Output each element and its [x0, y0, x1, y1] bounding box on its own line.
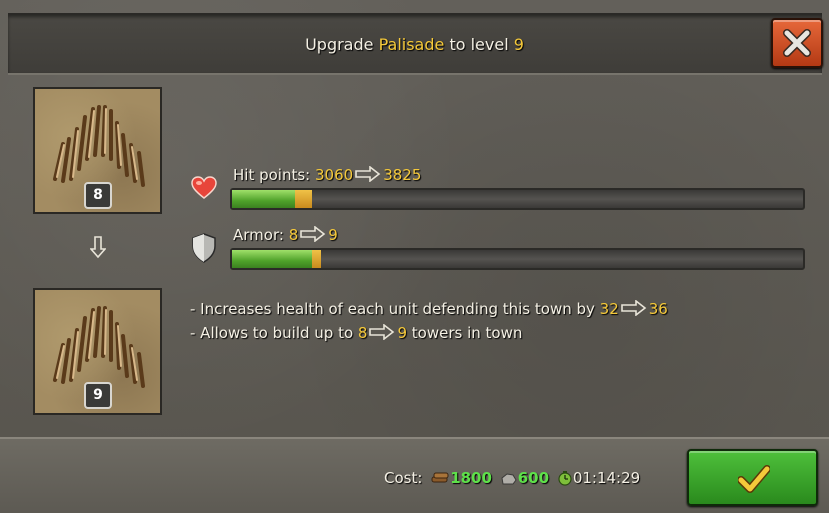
hit-points-bar-increase [295, 190, 312, 208]
effect-from: 32 [599, 300, 619, 318]
arrow-right-icon [369, 324, 395, 340]
hit-points-label: Hit points: 3060 3825 [233, 166, 421, 184]
close-icon [783, 29, 811, 57]
hit-points-bar [230, 188, 805, 210]
hit-points-bar-fill [232, 190, 295, 208]
stone-cost: 600 [517, 469, 550, 487]
current-building-image: 8 [33, 87, 162, 214]
confirm-upgrade-button[interactable] [687, 449, 818, 506]
armor-title: Armor: [233, 226, 284, 244]
effect-text: - Allows to build up to [190, 324, 354, 342]
next-building-image: 9 [33, 288, 162, 415]
building-name: Palisade [378, 35, 445, 54]
checkmark-icon [738, 465, 770, 493]
arrow-right-icon [300, 226, 326, 242]
stone-icon [501, 473, 517, 485]
wood-icon [431, 472, 449, 483]
armor-to: 9 [328, 226, 338, 244]
hit-points-title: Hit points: [233, 166, 311, 184]
shield-icon [192, 233, 216, 263]
build-time: 01:14:29 [572, 469, 641, 487]
arrow-down-icon [90, 236, 106, 259]
effect-line: - Allows to build up to 8 9 towers in tow… [190, 324, 522, 342]
target-level: 9 [513, 35, 524, 54]
title-prefix: Upgrade [305, 35, 374, 54]
effect-text: - Increases health of each unit defendin… [190, 300, 595, 318]
dialog-title: Upgrade Palisade to level 9 [0, 35, 829, 54]
armor-bar [230, 248, 805, 270]
effect-to: 36 [648, 300, 668, 318]
effect-from: 8 [357, 324, 368, 342]
arrow-right-icon [620, 300, 647, 316]
effect-suffix: towers in town [411, 324, 523, 342]
hit-points-to: 3825 [383, 166, 422, 184]
wood-cost: 1800 [450, 469, 492, 487]
next-level-badge: 9 [84, 382, 112, 409]
close-button[interactable] [771, 18, 823, 68]
hit-points-from: 3060 [315, 166, 354, 184]
current-level-badge: 8 [84, 182, 112, 209]
effect-to: 9 [397, 324, 408, 342]
upgrade-dialog: Upgrade Palisade to level 9 8 9 Hit poin… [0, 0, 829, 513]
armor-from: 8 [288, 226, 299, 244]
armor-bar-increase [312, 250, 321, 268]
clock-icon [558, 471, 572, 486]
armor-bar-fill [232, 250, 312, 268]
arrow-right-icon [355, 166, 381, 182]
cost-row: Cost: 1800 600 01:14:29 [384, 469, 640, 487]
armor-label: Armor: 8 9 [233, 226, 338, 244]
cost-label: Cost: [384, 469, 423, 487]
effect-line: - Increases health of each unit defendin… [190, 300, 668, 318]
title-mid: to level [449, 35, 509, 54]
heart-icon [191, 176, 217, 199]
